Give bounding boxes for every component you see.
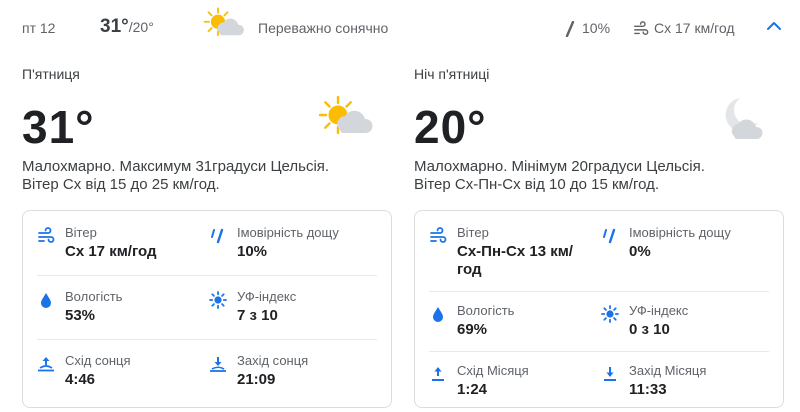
raindrop-icon bbox=[565, 21, 575, 37]
summary-condition: Переважно сонячно bbox=[258, 20, 389, 36]
chevron-up-icon[interactable] bbox=[764, 18, 784, 34]
detail-value: 69% bbox=[457, 321, 488, 338]
sunrise-icon bbox=[37, 355, 55, 373]
summary-day: пт 12 bbox=[22, 20, 56, 36]
detail-label: Вітер bbox=[457, 225, 489, 240]
detail-value: 0 з 10 bbox=[629, 321, 670, 338]
day-summary-row[interactable]: пт 12 31°/20° Переважно сонячно 10% Сх 1… bbox=[0, 0, 800, 56]
detail-value: Сх-Пн-Сх 13 км/год bbox=[457, 243, 573, 279]
wind-icon bbox=[37, 227, 55, 245]
sunset-icon bbox=[209, 355, 227, 373]
wind-icon bbox=[429, 227, 447, 245]
detail-value-line: год bbox=[457, 261, 482, 278]
detail-value: 1:24 bbox=[457, 381, 488, 398]
night-description: Малохмарно. Мінімум 20градуси Цельсія. В… bbox=[414, 158, 774, 194]
rain-icon bbox=[209, 227, 227, 245]
day-description: Малохмарно. Максимум 31градуси Цельсія. … bbox=[22, 158, 382, 194]
summary-temps: 31°/20° bbox=[100, 16, 154, 38]
detail-value-line: Сх-Пн-Сх 13 км/ bbox=[457, 243, 573, 260]
detail-value: 11:33 bbox=[629, 381, 667, 398]
divider bbox=[429, 351, 769, 352]
night-panel: Ніч п'ятниці 20° Малохмарно. Мінімум 20г… bbox=[414, 56, 790, 412]
moon-cloud-icon bbox=[710, 94, 766, 142]
summary-precip: 10% bbox=[582, 20, 611, 36]
day-title: П'ятниця bbox=[22, 66, 80, 82]
humidity-drop-icon bbox=[37, 291, 55, 309]
night-title: Ніч п'ятниці bbox=[414, 66, 490, 82]
detail-value: 4:46 bbox=[65, 371, 96, 388]
divider bbox=[37, 275, 377, 276]
detail-label: Схід Місяця bbox=[457, 363, 529, 378]
detail-value: 10% bbox=[237, 243, 268, 260]
moonset-icon bbox=[601, 365, 619, 383]
detail-value: 53% bbox=[65, 307, 96, 324]
moonrise-icon bbox=[429, 365, 447, 383]
day-description-line: Вітер Сх від 15 до 25 км/год. bbox=[22, 176, 220, 193]
detail-value: 0% bbox=[629, 243, 651, 260]
summary-wind: Сх 17 км/год bbox=[654, 20, 735, 36]
uv-sun-icon bbox=[601, 305, 619, 323]
divider bbox=[37, 339, 377, 340]
detail-label: Вологість bbox=[65, 289, 123, 304]
detail-label: Захід сонця bbox=[237, 353, 309, 368]
detail-label: Імовірність дощу bbox=[237, 225, 339, 240]
divider bbox=[429, 291, 769, 292]
detail-value: 7 з 10 bbox=[237, 307, 278, 324]
night-temperature: 20° bbox=[414, 101, 487, 153]
uv-sun-icon bbox=[209, 291, 227, 309]
summary-high: 31° bbox=[100, 16, 129, 37]
day-panel: П'ятниця 31° Малохмарно. Максимум 31град… bbox=[22, 56, 398, 412]
partly-sunny-icon bbox=[202, 6, 246, 42]
detail-label: УФ-індекс bbox=[629, 303, 689, 318]
night-description-line: Малохмарно. Мінімум 20градуси Цельсія. bbox=[414, 158, 705, 175]
day-temperature: 31° bbox=[22, 101, 95, 153]
detail-label: Вологість bbox=[457, 303, 515, 318]
day-description-line: Малохмарно. Максимум 31градуси Цельсія. bbox=[22, 158, 330, 175]
night-description-line: Вітер Сх-Пн-Сх від 10 до 15 км/год. bbox=[414, 176, 660, 193]
detail-value: 21:09 bbox=[237, 371, 276, 388]
night-details-card: Вітер Сх-Пн-Сх 13 км/год Імовірність дощ… bbox=[414, 210, 784, 408]
detail-label: Імовірність дощу bbox=[629, 225, 731, 240]
summary-low: /20° bbox=[128, 19, 154, 35]
detail-label: Схід сонця bbox=[65, 353, 131, 368]
day-details-card: Вітер Сх 17 км/год Імовірність дощу 10% … bbox=[22, 210, 392, 408]
detail-label: Захід Місяця bbox=[629, 363, 707, 378]
humidity-drop-icon bbox=[429, 305, 447, 323]
detail-label: УФ-індекс bbox=[237, 289, 297, 304]
rain-icon bbox=[601, 227, 619, 245]
detail-value: Сх 17 км/год bbox=[65, 243, 157, 260]
detail-label: Вітер bbox=[65, 225, 97, 240]
partly-sunny-icon bbox=[318, 94, 374, 142]
wind-icon bbox=[634, 21, 649, 36]
